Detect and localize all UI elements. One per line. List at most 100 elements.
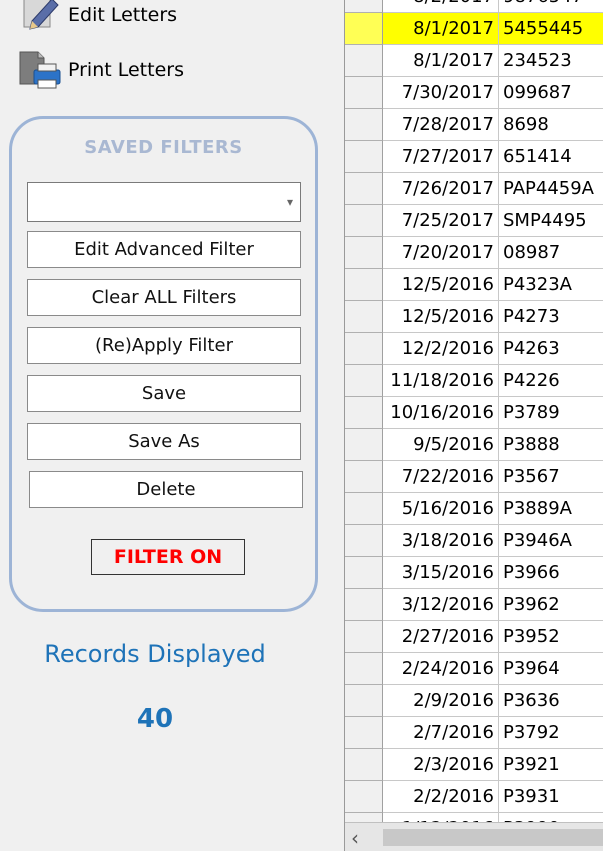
table-row[interactable]: 2/7/2016 P3792 — [345, 717, 603, 749]
reapply-filter-button[interactable]: (Re)Apply Filter — [27, 327, 301, 364]
date-cell[interactable]: 2/7/2016 — [383, 717, 499, 749]
code-cell[interactable]: P3636 — [499, 685, 603, 717]
scroll-left-icon[interactable]: ‹ — [351, 826, 359, 850]
clear-all-filters-button[interactable]: Clear ALL Filters — [27, 279, 301, 316]
date-cell[interactable]: 8/1/2017 — [383, 13, 499, 45]
date-cell[interactable]: 7/26/2017 — [383, 173, 499, 205]
date-cell[interactable]: 7/25/2017 — [383, 205, 499, 237]
row-selector[interactable] — [345, 77, 383, 109]
table-row[interactable]: 10/16/2016 P3789 — [345, 397, 603, 429]
table-row[interactable]: 7/26/2017 PAP4459A — [345, 173, 603, 205]
code-cell[interactable]: P4263 — [499, 333, 603, 365]
code-cell[interactable]: 5455445 — [499, 13, 603, 45]
save-as-button[interactable]: Save As — [27, 423, 301, 460]
code-cell[interactable]: P3990 — [499, 813, 603, 822]
table-row[interactable]: 9/5/2016 P3888 — [345, 429, 603, 461]
date-cell[interactable]: 8/1/2017 — [383, 45, 499, 77]
row-selector[interactable] — [345, 365, 383, 397]
row-selector[interactable] — [345, 461, 383, 493]
code-cell[interactable]: 9876547 — [499, 0, 603, 13]
edit-advanced-filter-button[interactable]: Edit Advanced Filter — [27, 231, 301, 268]
table-row[interactable]: 2/2/2016 P3931 — [345, 781, 603, 813]
table-row[interactable]: 7/30/2017 099687 — [345, 77, 603, 109]
row-selector[interactable] — [345, 429, 383, 461]
row-selector[interactable] — [345, 301, 383, 333]
date-cell[interactable]: 2/3/2016 — [383, 749, 499, 781]
table-row[interactable]: 12/5/2016 P4323A — [345, 269, 603, 301]
row-selector[interactable] — [345, 397, 383, 429]
save-button[interactable]: Save — [27, 375, 301, 412]
row-selector[interactable] — [345, 173, 383, 205]
date-cell[interactable]: 2/2/2016 — [383, 781, 499, 813]
date-cell[interactable]: 1/12/2016 — [383, 813, 499, 822]
table-row[interactable]: 3/15/2016 P3966 — [345, 557, 603, 589]
date-cell[interactable]: 2/27/2016 — [383, 621, 499, 653]
delete-button[interactable]: Delete — [29, 471, 303, 508]
date-cell[interactable]: 7/30/2017 — [383, 77, 499, 109]
table-row[interactable]: 2/24/2016 P3964 — [345, 653, 603, 685]
row-selector[interactable] — [345, 685, 383, 717]
records-grid[interactable]: 8/2/201798765478/1/201754554458/1/201723… — [344, 0, 603, 851]
row-selector[interactable] — [345, 749, 383, 781]
date-cell[interactable]: 3/15/2016 — [383, 557, 499, 589]
chevron-down-icon[interactable]: ▾ — [287, 195, 293, 209]
row-selector[interactable] — [345, 589, 383, 621]
row-selector[interactable] — [345, 557, 383, 589]
code-cell[interactable]: 651414 — [499, 141, 603, 173]
code-cell[interactable]: P3946A — [499, 525, 603, 557]
code-cell[interactable]: 234523 — [499, 45, 603, 77]
row-selector[interactable] — [345, 781, 383, 813]
edit-letters-button[interactable]: Edit Letters — [18, 0, 177, 35]
code-cell[interactable]: P3966 — [499, 557, 603, 589]
table-row[interactable]: 11/18/2016 P4226 — [345, 365, 603, 397]
table-row[interactable]: 7/27/2017 651414 — [345, 141, 603, 173]
row-selector[interactable] — [345, 813, 383, 822]
row-selector[interactable] — [345, 269, 383, 301]
row-selector[interactable] — [345, 237, 383, 269]
table-row[interactable]: 2/27/2016 P3952 — [345, 621, 603, 653]
row-selector[interactable] — [345, 109, 383, 141]
scrollbar-thumb[interactable] — [383, 829, 603, 846]
print-letters-button[interactable]: Print Letters — [18, 50, 184, 90]
code-cell[interactable]: P3789 — [499, 397, 603, 429]
date-cell[interactable]: 5/16/2016 — [383, 493, 499, 525]
table-row[interactable]: 3/18/2016 P3946A — [345, 525, 603, 557]
table-row[interactable]: 3/12/2016 P3962 — [345, 589, 603, 621]
table-row[interactable]: 7/22/2016 P3567 — [345, 461, 603, 493]
row-selector[interactable] — [345, 717, 383, 749]
date-cell[interactable]: 3/18/2016 — [383, 525, 499, 557]
code-cell[interactable]: P4226 — [499, 365, 603, 397]
date-cell[interactable]: 2/9/2016 — [383, 685, 499, 717]
table-row[interactable]: 12/2/2016 P4263 — [345, 333, 603, 365]
table-row[interactable]: 7/25/2017 SMP4495 — [345, 205, 603, 237]
row-selector[interactable] — [345, 205, 383, 237]
table-row[interactable]: 8/1/2017 5455445 — [345, 13, 603, 45]
date-cell[interactable]: 9/5/2016 — [383, 429, 499, 461]
date-cell[interactable]: 12/5/2016 — [383, 301, 499, 333]
code-cell[interactable]: 08987 — [499, 237, 603, 269]
date-cell[interactable]: 7/27/2017 — [383, 141, 499, 173]
code-cell[interactable]: P3792 — [499, 717, 603, 749]
date-cell[interactable]: 7/22/2016 — [383, 461, 499, 493]
date-cell[interactable]: 10/16/2016 — [383, 397, 499, 429]
code-cell[interactable]: 099687 — [499, 77, 603, 109]
code-cell[interactable]: SMP4495 — [499, 205, 603, 237]
row-selector[interactable] — [345, 525, 383, 557]
code-cell[interactable]: P3567 — [499, 461, 603, 493]
horizontal-scrollbar[interactable]: ‹ — [345, 822, 603, 851]
code-cell[interactable]: 8698 — [499, 109, 603, 141]
table-row[interactable]: 8/1/2017 234523 — [345, 45, 603, 77]
code-cell[interactable]: P3888 — [499, 429, 603, 461]
code-cell[interactable]: PAP4459A — [499, 173, 603, 205]
date-cell[interactable]: 7/28/2017 — [383, 109, 499, 141]
row-selector[interactable] — [345, 333, 383, 365]
code-cell[interactable]: P3931 — [499, 781, 603, 813]
table-row[interactable]: 2/3/2016 P3921 — [345, 749, 603, 781]
table-row[interactable]: 2/9/2016 P3636 — [345, 685, 603, 717]
date-cell[interactable]: 3/12/2016 — [383, 589, 499, 621]
row-selector[interactable] — [345, 141, 383, 173]
code-cell[interactable]: P3962 — [499, 589, 603, 621]
table-row[interactable]: 1/12/2016P3990 — [345, 813, 603, 822]
code-cell[interactable]: P3964 — [499, 653, 603, 685]
date-cell[interactable]: 8/2/2017 — [383, 0, 499, 13]
